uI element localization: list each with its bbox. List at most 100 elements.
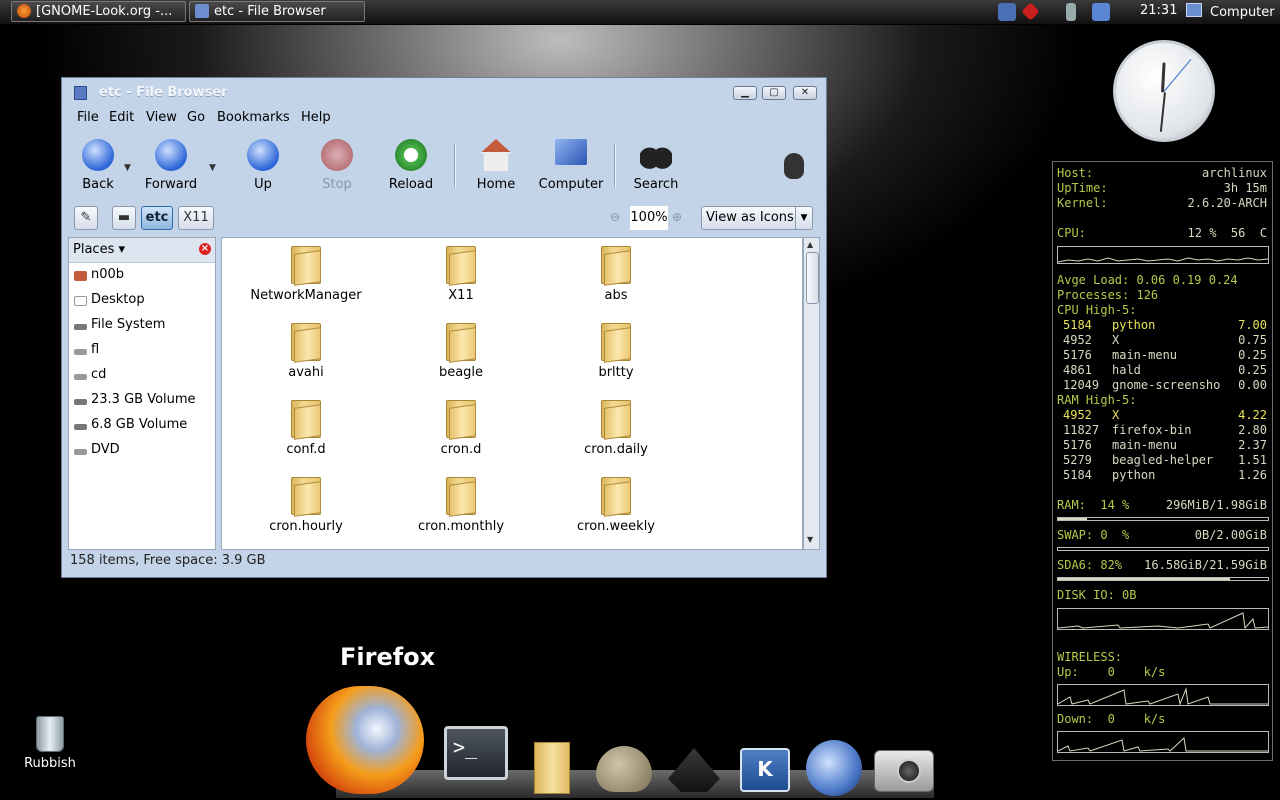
ruby-icon[interactable] (1021, 2, 1040, 21)
kde-icon[interactable]: K (740, 748, 790, 792)
path-left-arrow-button[interactable]: ▬ (112, 206, 136, 230)
file-label: cron.hourly (269, 519, 343, 534)
wireless-down: Down: 0 k/s (1057, 712, 1166, 726)
file-browser-window: etc - File Browser ▁ ▢ ✕ File Edit View … (61, 77, 827, 578)
file-item[interactable]: abs (546, 244, 686, 303)
file-label: cron.daily (584, 442, 648, 457)
minimize-button[interactable]: ▁ (733, 86, 757, 100)
zoom-out-icon[interactable]: ⊖ (610, 210, 620, 224)
path-button-etc[interactable]: etc (141, 206, 173, 230)
menu-help[interactable]: Help (301, 110, 331, 125)
sidebar-item-label: fl (91, 342, 100, 357)
back-label: Back (82, 177, 114, 192)
drive-icon (74, 374, 87, 380)
sidebar-item-fl[interactable]: fl (69, 339, 215, 364)
scroll-down-arrow-icon[interactable]: ▼ (807, 535, 813, 544)
sidebar-item-dvd[interactable]: DVD (69, 439, 215, 464)
forward-history-dropdown[interactable]: ▼ (209, 163, 216, 173)
taskbar-item-firefox[interactable]: [GNOME-Look.org -... (11, 1, 186, 22)
file-icon-view[interactable]: NetworkManager X11 abs avahi beagle brlt… (221, 237, 803, 550)
vertical-scrollbar[interactable]: ▲ ▼ (803, 237, 820, 550)
reload-button[interactable]: Reload (388, 139, 434, 192)
folder-icon[interactable] (534, 742, 570, 794)
ram-high-value: 2.37 (1238, 438, 1267, 452)
file-item[interactable]: cron.weekly (546, 475, 686, 534)
file-item[interactable]: avahi (236, 321, 376, 380)
terminal-icon[interactable]: >_ (444, 726, 508, 780)
computer-button[interactable]: Computer (538, 139, 604, 192)
sidebar-item-desktop[interactable]: Desktop (69, 289, 215, 314)
scrollbar-thumb[interactable] (806, 252, 819, 304)
sidebar-item-label: cd (91, 367, 107, 382)
zoom-level[interactable]: 100% (630, 206, 668, 230)
sidebar-item-file-system[interactable]: File System (69, 314, 215, 339)
menu-view[interactable]: View (146, 110, 177, 125)
sidebar-item-label: Desktop (91, 292, 145, 307)
scroll-up-arrow-icon[interactable]: ▲ (807, 240, 813, 249)
computer-menu[interactable]: Computer (1186, 3, 1275, 20)
gimp-icon[interactable] (596, 746, 652, 792)
cpu-high-name: hald (1112, 363, 1141, 377)
file-item[interactable]: cron.d (391, 398, 531, 457)
file-item[interactable]: beagle (391, 321, 531, 380)
window-title: etc - File Browser (99, 85, 228, 100)
home-button[interactable]: Home (476, 139, 516, 192)
puzzle-icon[interactable] (998, 3, 1016, 21)
cpu-high-pid: 5176 (1063, 348, 1092, 362)
disk-usage-bar (1057, 577, 1269, 581)
panel-clock[interactable]: 21:31 (1140, 3, 1177, 18)
cpu-high-value: 0.25 (1238, 363, 1267, 377)
file-item[interactable]: brltty (546, 321, 686, 380)
sidebar-item-home[interactable]: n00b (69, 264, 215, 289)
file-item[interactable]: cron.daily (546, 398, 686, 457)
sidebar-item-cd[interactable]: cd (69, 364, 215, 389)
drive-icon: ▬ (117, 210, 131, 225)
network-icon[interactable] (1092, 3, 1110, 21)
sidebar-item-volume-6[interactable]: 6.8 GB Volume (69, 414, 215, 439)
menu-bookmarks[interactable]: Bookmarks (217, 110, 290, 125)
sidebar-item-label: 6.8 GB Volume (91, 417, 188, 432)
reload-label: Reload (388, 177, 434, 192)
file-item[interactable]: NetworkManager (236, 244, 376, 303)
back-history-dropdown[interactable]: ▼ (124, 163, 131, 173)
back-button[interactable]: Back (76, 139, 120, 192)
menu-file[interactable]: File (77, 110, 99, 125)
search-button[interactable]: Search (632, 139, 680, 192)
zoom-in-icon[interactable]: ⊕ (672, 210, 682, 224)
edit-icon: ✎ (80, 210, 92, 225)
stop-button[interactable]: Stop (320, 139, 354, 192)
view-mode-select[interactable]: View as Icons ▼ (701, 206, 813, 230)
menu-edit[interactable]: Edit (109, 110, 134, 125)
up-button[interactable]: Up (247, 139, 279, 192)
firefox-icon[interactable] (306, 686, 424, 794)
menu-go[interactable]: Go (187, 110, 205, 125)
places-selector[interactable]: Places ▾ (73, 242, 125, 257)
window-titlebar[interactable]: etc - File Browser ▁ ▢ ✕ (62, 78, 826, 105)
file-item[interactable]: cron.hourly (236, 475, 376, 534)
close-sidebar-icon[interactable]: × (199, 243, 211, 255)
cpu-graph (1057, 246, 1269, 264)
sidebar-item-volume-23[interactable]: 23.3 GB Volume (69, 389, 215, 414)
ram-high-value: 2.80 (1238, 423, 1267, 437)
toggle-location-entry-button[interactable]: ✎ (74, 206, 98, 230)
folder-icon (446, 321, 476, 363)
inkscape-icon[interactable] (668, 748, 720, 792)
ram-high-name: main-menu (1112, 438, 1178, 452)
home-icon (480, 139, 512, 171)
trash-desktop-icon[interactable]: Rubbish (22, 716, 78, 771)
file-item[interactable]: conf.d (236, 398, 376, 457)
taskbar-item-file-browser[interactable]: etc - File Browser (189, 1, 365, 22)
volume-icon[interactable] (1066, 3, 1076, 21)
maximize-button[interactable]: ▢ (762, 86, 786, 100)
file-label: cron.weekly (577, 519, 655, 534)
file-item[interactable]: X11 (391, 244, 531, 303)
camera-icon[interactable] (874, 750, 934, 792)
wolf-icon[interactable] (806, 740, 862, 796)
forward-button[interactable]: Forward (144, 139, 198, 192)
cpu-high-pid: 12049 (1063, 378, 1100, 392)
file-item[interactable]: cron.monthly (391, 475, 531, 534)
gnome-foot-icon (784, 153, 804, 179)
close-button[interactable]: ✕ (793, 86, 817, 100)
ram-high-pid: 11827 (1063, 423, 1100, 437)
path-button-x11[interactable]: X11 (178, 206, 214, 230)
